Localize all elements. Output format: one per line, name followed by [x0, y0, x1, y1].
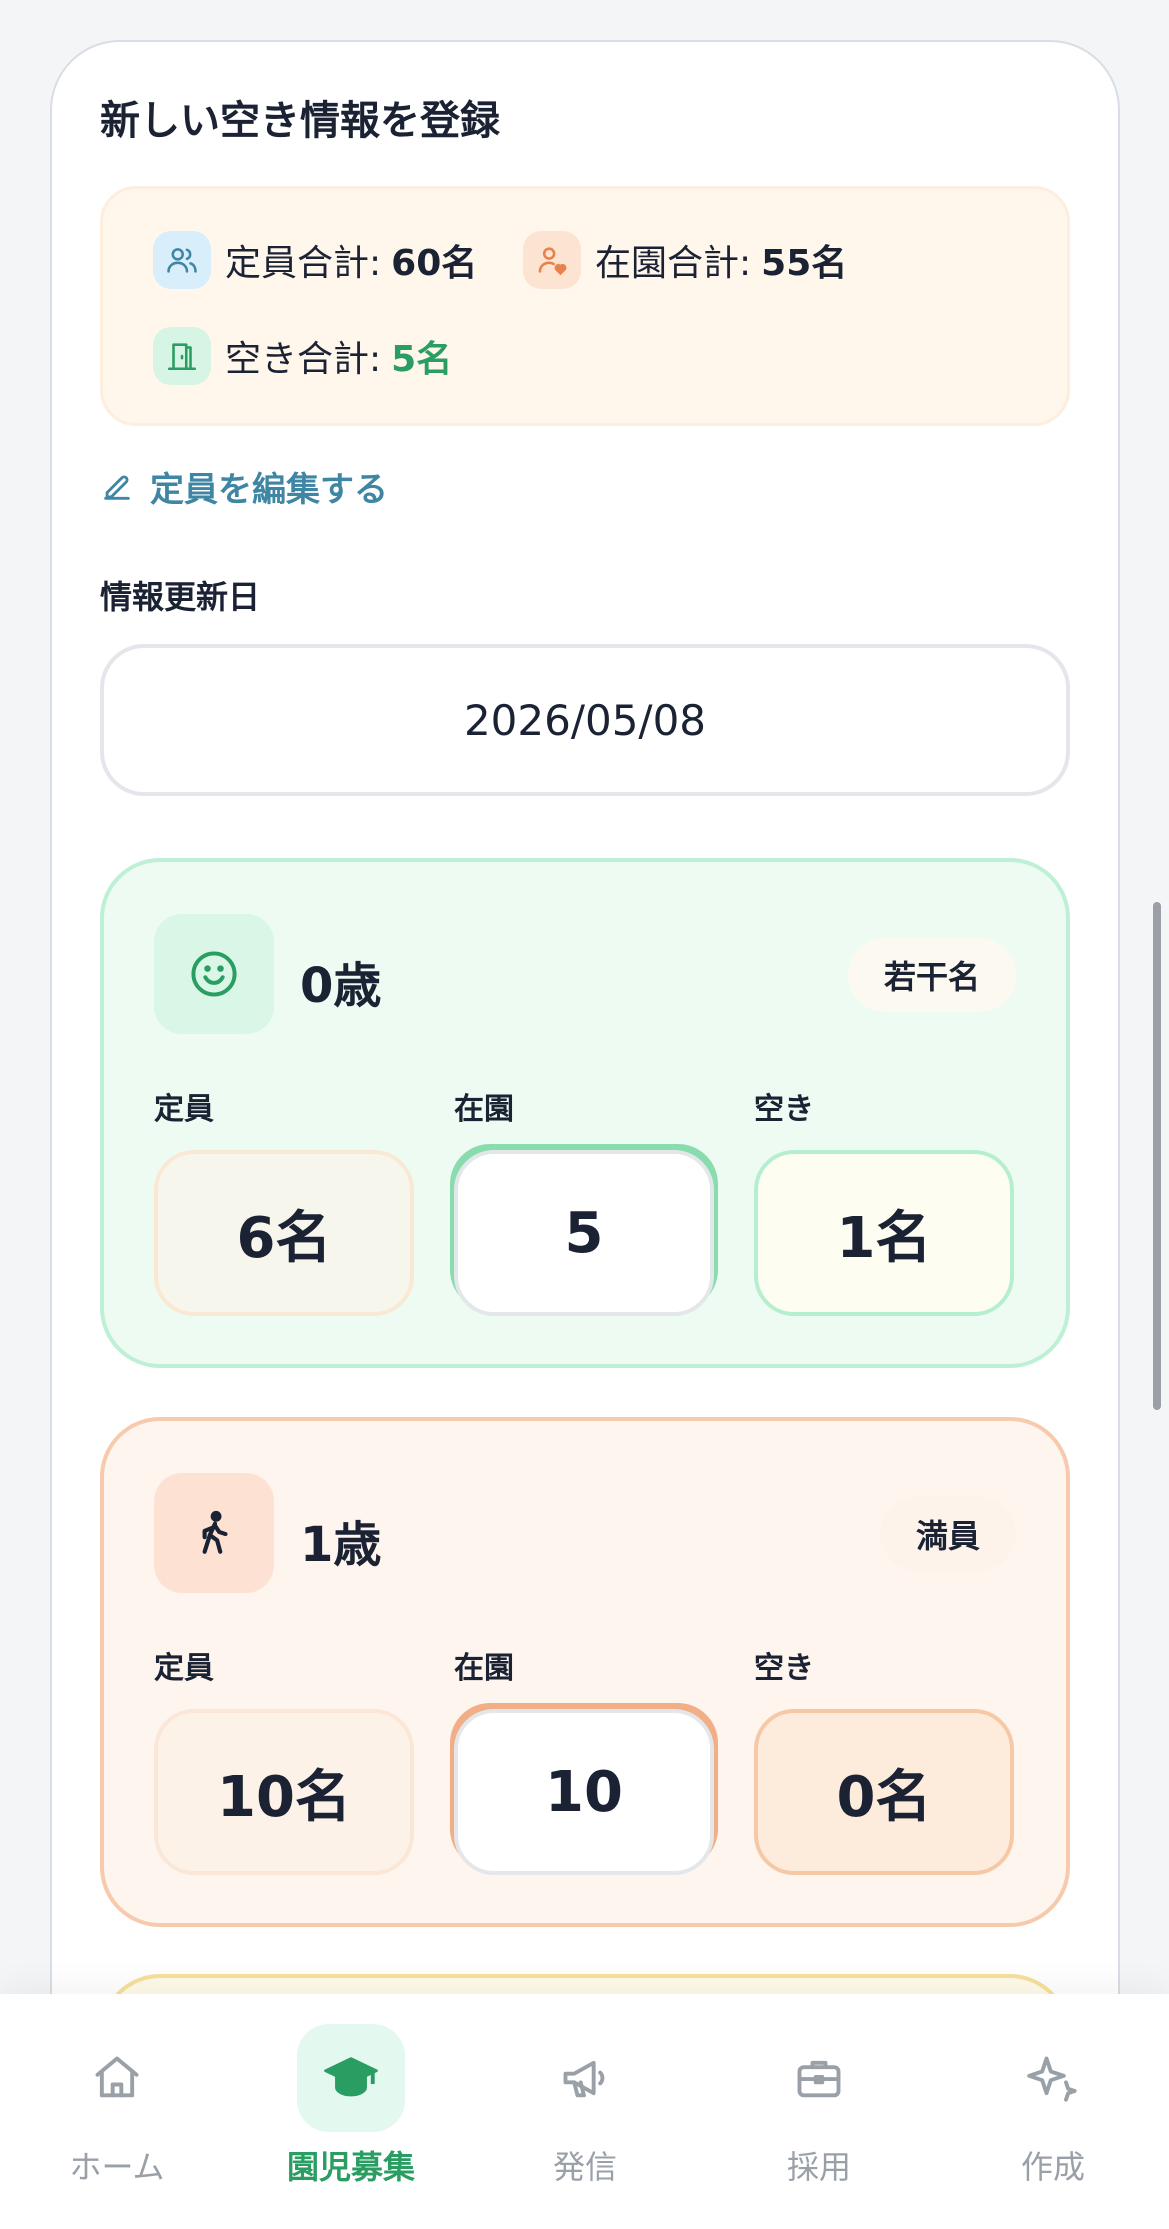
users-icon: [153, 231, 211, 289]
capacity-label: 定員: [154, 1651, 214, 1686]
graduation-cap-icon: [297, 2024, 405, 2132]
nav-create[interactable]: 作成: [936, 2024, 1169, 2188]
update-date-input[interactable]: 2026/05/08: [100, 644, 1070, 796]
vacancy-value: 1名: [754, 1150, 1014, 1316]
age-group-name: 1歳: [300, 1517, 382, 1573]
enrolled-input[interactable]: 10: [454, 1709, 714, 1875]
home-icon: [63, 2024, 171, 2132]
pencil-icon: [104, 475, 130, 500]
user-heart-icon: [523, 231, 581, 289]
capacity-label: 定員: [154, 1092, 214, 1127]
capacity-total-value: 60名: [391, 243, 478, 284]
availability-badge: 若干名: [847, 938, 1016, 1012]
nav-home-label: ホーム: [69, 2148, 165, 2186]
smile-icon: [154, 914, 274, 1034]
briefcase-icon: [765, 2024, 873, 2132]
vacancy-total-value: 5名: [391, 339, 453, 380]
age-group-card-0: 0歳 若干名 定員 在園 空き 6名 5 1名: [100, 858, 1070, 1368]
nav-recruitment-label: 園児募集: [286, 2148, 415, 2186]
capacity-value: 6名: [154, 1150, 414, 1316]
enrolled-total-label: 在園合計:: [595, 243, 752, 284]
nav-broadcast-label: 発信: [552, 2148, 617, 2186]
nav-recruitment[interactable]: 園児募集: [234, 2024, 468, 2188]
update-date-label: 情報更新日: [100, 578, 261, 616]
nav-create-label: 作成: [1020, 2148, 1085, 2186]
nav-home[interactable]: ホーム: [0, 2024, 234, 2188]
enrolled-total: 在園合計: 55名: [523, 231, 847, 289]
walking-person-icon: [154, 1473, 274, 1593]
nav-hiring-label: 採用: [786, 2148, 851, 2186]
sparkle-icon: [999, 2024, 1107, 2132]
edit-capacity-label: 定員を編集する: [150, 470, 388, 510]
enrolled-input[interactable]: 5: [454, 1150, 714, 1316]
vacancy-total-label: 空き合計:: [225, 339, 382, 380]
nav-hiring[interactable]: 採用: [702, 2024, 936, 2188]
vacancy-value: 0名: [754, 1709, 1014, 1875]
summary-panel: 定員合計: 60名 在園合計: 55名 空き合計: 5名: [100, 186, 1070, 426]
nav-broadcast[interactable]: 発信: [468, 2024, 702, 2188]
age-group-card-1: 1歳 満員 定員 在園 空き 10名 10 0名: [100, 1417, 1070, 1927]
page-title: 新しい空き情報を登録: [100, 98, 500, 144]
enrolled-label: 在園: [454, 1092, 514, 1127]
door-icon: [153, 327, 211, 385]
vacancy-total: 空き合計: 5名: [153, 327, 452, 385]
enrolled-label: 在園: [454, 1651, 514, 1686]
enrolled-total-value: 55名: [761, 243, 848, 284]
scrollbar[interactable]: [1153, 902, 1161, 1410]
megaphone-icon: [531, 2024, 639, 2132]
capacity-value: 10名: [154, 1709, 414, 1875]
edit-capacity-link[interactable]: 定員を編集する: [100, 462, 388, 511]
capacity-total-label: 定員合計:: [225, 243, 382, 284]
bottom-nav: ホーム 園児募集 発信 採用 作成: [0, 1994, 1169, 2229]
availability-badge: 満員: [879, 1497, 1016, 1571]
capacity-total: 定員合計: 60名: [153, 231, 477, 289]
age-group-name: 0歳: [300, 958, 382, 1014]
vacancy-label: 空き: [754, 1092, 814, 1127]
vacancy-label: 空き: [754, 1651, 814, 1686]
